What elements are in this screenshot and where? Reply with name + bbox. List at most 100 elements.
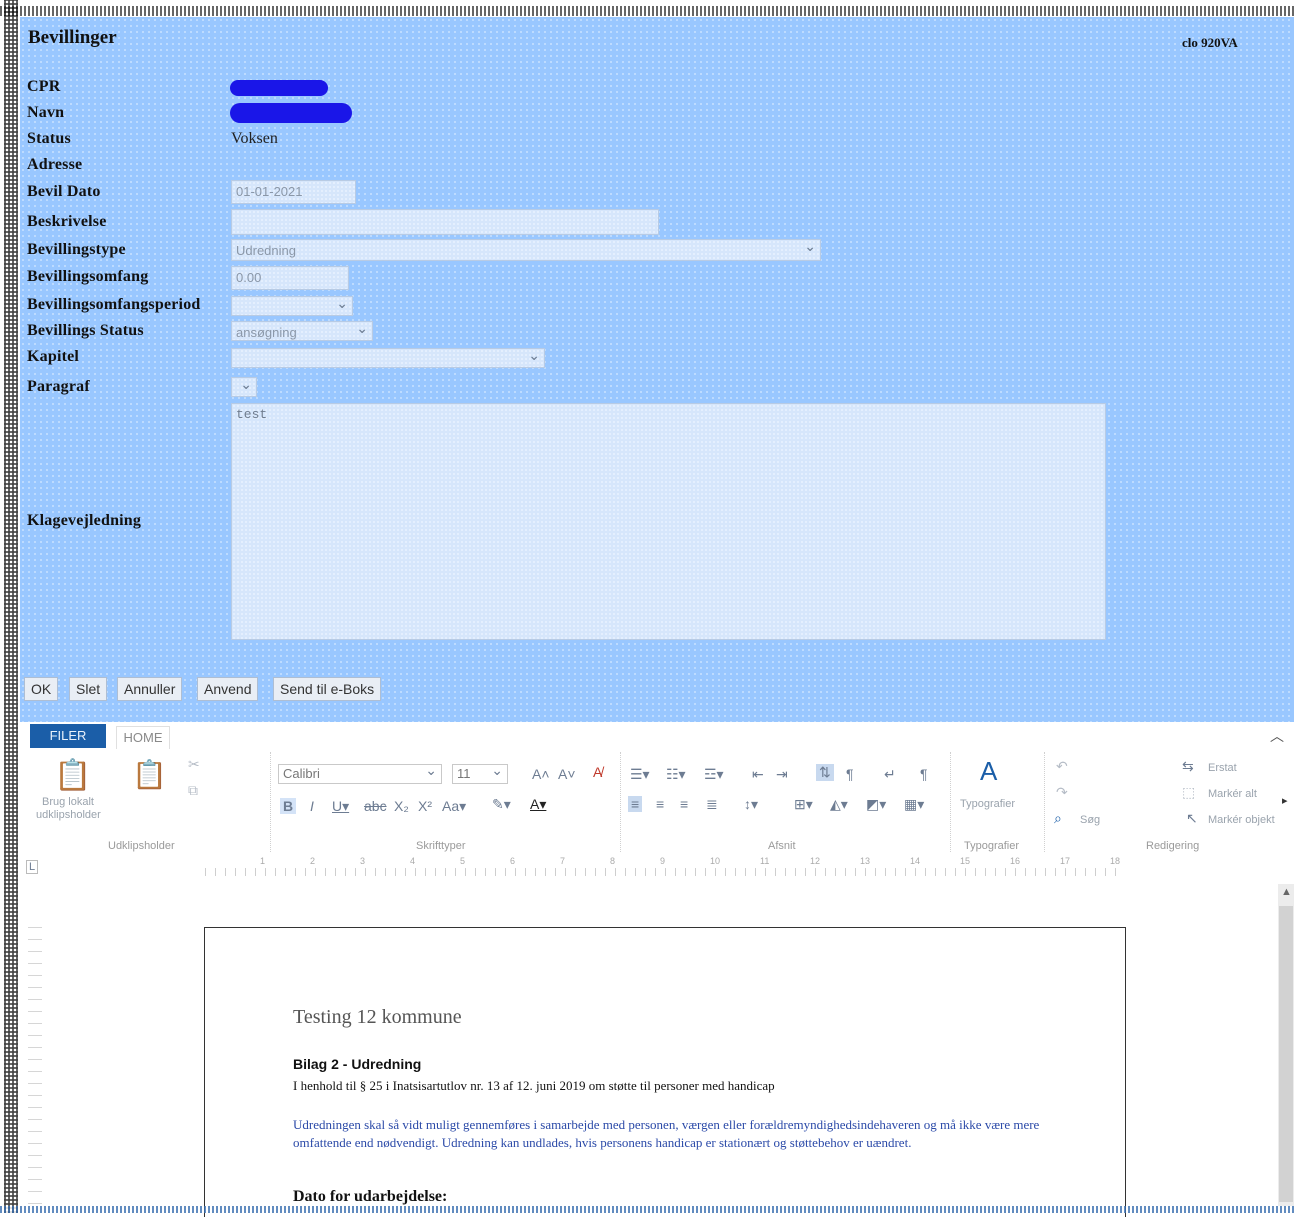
send-til-eboks-button[interactable]: Send til e-Boks xyxy=(273,677,382,701)
bevil-dato-input[interactable]: 01-01-2021 xyxy=(231,180,356,204)
bevillings-status-select[interactable]: ansøgning xyxy=(231,319,373,341)
ribbon-separator xyxy=(620,752,622,852)
annuller-button[interactable]: Annuller xyxy=(117,677,183,701)
window-border-top xyxy=(0,6,1294,16)
table-icon[interactable]: ▦▾ xyxy=(904,796,924,813)
label-bevillings-status: Bevillings Status xyxy=(27,322,144,339)
shrink-font-icon[interactable]: A˅ xyxy=(558,766,576,782)
ribbon-separator xyxy=(1044,752,1046,852)
scroll-up-icon[interactable]: ▲ xyxy=(1281,886,1292,898)
ok-button[interactable]: OK xyxy=(24,677,59,701)
grow-font-icon[interactable]: A˄ xyxy=(532,766,550,782)
pen-color-icon[interactable]: ◩▾ xyxy=(866,796,886,813)
page-title: Bevillinger xyxy=(28,27,117,48)
klagevejledning-textarea[interactable]: test xyxy=(231,403,1106,640)
horizontal-ruler: L 1 2 3 4 5 6 7 8 9 10 11 12 13 14 15 16 17 18 xyxy=(20,856,1294,884)
tab-filer[interactable]: FILER xyxy=(30,724,106,748)
justify-icon[interactable]: ≣ xyxy=(706,796,718,813)
beskrivelse-input[interactable] xyxy=(231,209,659,235)
bevillingstype-select[interactable]: Udredning xyxy=(231,237,821,261)
undo-icon: ↶ xyxy=(1056,758,1068,774)
ruler-number: 7 xyxy=(560,856,566,866)
document-bilag-heading: Bilag 2 - Udredning xyxy=(293,1056,422,1072)
label-klagevejledning: Klagevejledning xyxy=(27,512,142,529)
label-beskrivelse: Beskrivelse xyxy=(27,213,107,230)
clear-format-icon[interactable]: A̸ xyxy=(593,764,602,780)
bevillingsomfangsperiod-select[interactable] xyxy=(231,294,353,316)
editor-ribbon: FILER HOME ︿ 📋 Brug lokalt udklipsholder… xyxy=(20,722,1294,857)
group-styles: Typografier xyxy=(964,840,1020,852)
strikethrough-icon[interactable]: abc xyxy=(364,798,387,814)
search-icon[interactable]: ⌕ xyxy=(1054,810,1062,827)
anvend-button[interactable]: Anvend xyxy=(197,677,259,701)
styles-icon[interactable]: A xyxy=(980,756,997,787)
kapitel-select[interactable] xyxy=(231,346,545,368)
label-cpr: CPR xyxy=(27,78,61,95)
borders-icon[interactable]: ⊞▾ xyxy=(794,796,813,813)
paragraf-select[interactable] xyxy=(231,375,257,397)
ruler-number: 1 xyxy=(260,856,266,866)
superscript-icon[interactable]: X² xyxy=(418,798,432,814)
ruler-ticks xyxy=(205,868,1125,876)
increase-indent-icon[interactable]: ⇥ xyxy=(776,766,788,783)
decrease-indent-icon[interactable]: ⇤ xyxy=(752,766,764,783)
paste-label-1: Brug lokalt xyxy=(42,796,94,808)
group-font: Skrifttyper xyxy=(416,840,466,852)
search-label[interactable]: Søg xyxy=(1080,814,1100,826)
align-center-icon[interactable]: ≡ xyxy=(656,796,664,812)
window-border-bottom xyxy=(0,1206,1294,1213)
ruler-number: 15 xyxy=(960,856,971,866)
pilcrow-icon[interactable]: ¶ xyxy=(846,766,854,782)
document-legal-line: I henhold til § 25 i Inatsisartutlov nr.… xyxy=(293,1078,775,1093)
ruler-number: 4 xyxy=(410,856,416,866)
paste-label-2: udklipsholder xyxy=(36,809,101,821)
multilevel-list-icon[interactable]: ☲▾ xyxy=(704,766,724,783)
document-dato-heading: Dato for udarbejdelse: xyxy=(293,1188,448,1205)
align-right-icon[interactable]: ≡ xyxy=(680,796,688,812)
underline-icon[interactable]: U▾ xyxy=(332,798,349,815)
clipboard-paste-icon[interactable]: 📋 xyxy=(54,758,91,793)
label-paragraf: Paragraf xyxy=(27,378,90,395)
styles-label: Typografier xyxy=(960,798,1016,810)
highlight-icon[interactable]: ✎▾ xyxy=(492,796,511,813)
document-paragraph: Udredningen skal så vidt muligt gennemfø… xyxy=(293,1117,1040,1150)
font-size-select[interactable]: 11 xyxy=(452,762,508,784)
document-scrollbar[interactable]: ▲ xyxy=(1278,884,1294,1206)
label-bevillingsomfang: Bevillingsomfang xyxy=(27,268,149,285)
select-objects-icon[interactable]: ↖ xyxy=(1186,810,1198,827)
sort-icon[interactable]: ⇅ xyxy=(816,764,834,781)
bevillingsomfang-input[interactable]: 0.00 xyxy=(231,266,349,290)
replace-icon[interactable]: ⇆ xyxy=(1182,758,1194,775)
scrollbar-thumb[interactable] xyxy=(1279,906,1293,1202)
font-color-icon[interactable]: A▾ xyxy=(530,796,546,813)
document-title: Testing 12 kommune xyxy=(293,1006,462,1028)
shading-icon[interactable]: ◭▾ xyxy=(830,796,848,813)
italic-icon[interactable]: I xyxy=(310,798,314,814)
document-page[interactable]: Testing 12 kommune Bilag 2 - Udredning I… xyxy=(204,927,1126,1217)
ribbon-collapse-icon[interactable]: ︿ xyxy=(1270,726,1284,746)
ltr-icon[interactable]: ↵ xyxy=(884,766,896,783)
tab-stop-icon[interactable]: L xyxy=(26,860,39,874)
select-all-icon[interactable]: ⬚ xyxy=(1182,784,1195,801)
bold-icon[interactable]: B xyxy=(280,798,297,814)
rtl-icon[interactable]: ¶ xyxy=(920,766,928,782)
select-objects-label[interactable]: Markér objekt xyxy=(1208,814,1275,826)
replace-label[interactable]: Erstat xyxy=(1208,762,1237,774)
ruler-number: 18 xyxy=(1110,856,1121,866)
slet-button[interactable]: Slet xyxy=(69,677,108,701)
bullet-list-icon[interactable]: ☰▾ xyxy=(630,766,650,783)
copy-icon: ⧉ xyxy=(188,782,198,798)
numbered-list-icon[interactable]: ☷▾ xyxy=(666,766,686,783)
align-left-icon[interactable]: ≡ xyxy=(628,796,643,812)
cut-icon: ✂ xyxy=(188,756,200,772)
ribbon-scroll-right-icon[interactable]: ▸ xyxy=(1282,794,1288,807)
subscript-icon[interactable]: X₂ xyxy=(394,798,409,814)
font-family-select[interactable]: Calibri xyxy=(278,762,442,784)
redacted-navn xyxy=(230,103,352,123)
change-case-icon[interactable]: Aa▾ xyxy=(442,798,466,815)
select-all-label[interactable]: Markér alt xyxy=(1208,788,1257,800)
line-spacing-icon[interactable]: ↕▾ xyxy=(744,796,758,813)
ruler-number: 9 xyxy=(660,856,666,866)
ruler-number: 10 xyxy=(710,856,721,866)
tab-home[interactable]: HOME xyxy=(116,726,170,749)
